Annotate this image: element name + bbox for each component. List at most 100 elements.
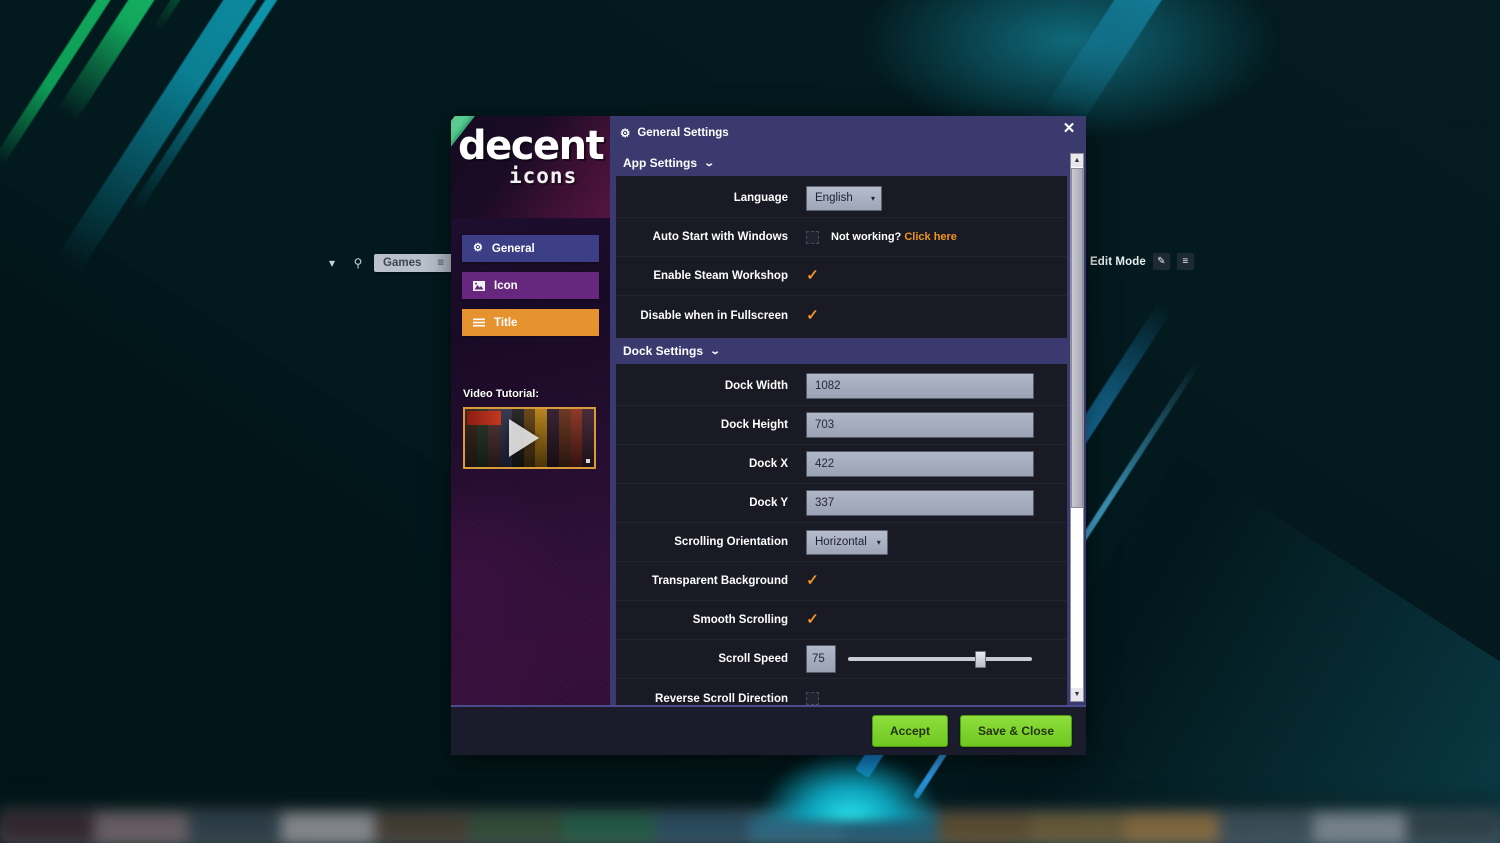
- setting-label: Scroll Speed: [622, 653, 806, 665]
- group-header-dock-settings[interactable]: Dock Settings ⌄: [610, 338, 1070, 364]
- dock-y-input[interactable]: 337: [806, 490, 1034, 516]
- language-select-value: English: [815, 192, 853, 204]
- edit-icon[interactable]: ✎: [1153, 253, 1170, 270]
- sidebar-item-label: Title: [494, 317, 517, 329]
- transparent-background-checkbox[interactable]: ✓: [806, 575, 819, 588]
- sidebar-item-label: Icon: [494, 280, 518, 292]
- setting-label: Scrolling Orientation: [622, 536, 806, 548]
- group-header-app-settings[interactable]: App Settings ⌄: [610, 150, 1070, 176]
- setting-row-dock-height: Dock Height 703: [616, 406, 1067, 445]
- edit-mode-label: Edit Mode: [1090, 256, 1146, 268]
- smooth-scrolling-checkbox[interactable]: ✓: [806, 614, 819, 627]
- chevron-down-icon: ▾: [877, 538, 881, 547]
- dock-x-input[interactable]: 422: [806, 451, 1034, 477]
- logo-wordmark: decent: [458, 126, 608, 166]
- setting-label: Dock Height: [622, 419, 806, 431]
- scroll-speed-input[interactable]: 75: [806, 645, 836, 673]
- bottom-dock-icons: [0, 797, 1500, 843]
- setting-row-scrolling-orientation: Scrolling Orientation Horizontal ▾: [616, 523, 1067, 562]
- chevron-down-icon: ⌄: [710, 346, 721, 357]
- dialog-body: decent icons ⚙ General Icon: [451, 116, 1086, 705]
- auto-start-checkbox[interactable]: [806, 231, 819, 244]
- sidebar-item-label: General: [492, 243, 535, 255]
- setting-row-transparent-background: Transparent Background ✓: [616, 562, 1067, 601]
- general-settings-dialog: decent icons ⚙ General Icon: [451, 116, 1086, 755]
- dialog-header: ⚙ General Settings: [610, 116, 1086, 150]
- dialog-sidebar: decent icons ⚙ General Icon: [451, 116, 610, 705]
- setting-row-steam-workshop: Enable Steam Workshop ✓: [616, 257, 1067, 296]
- sidebar-item-icon[interactable]: Icon: [462, 272, 599, 299]
- setting-label: Smooth Scrolling: [622, 614, 806, 626]
- setting-label: Dock Y: [622, 497, 806, 509]
- gear-icon: ⚙: [473, 243, 483, 254]
- image-icon: [473, 281, 485, 291]
- setting-label: Disable when in Fullscreen: [622, 310, 806, 322]
- games-filter-pill[interactable]: Games ≡: [374, 254, 453, 272]
- language-select[interactable]: English ▾: [806, 186, 882, 211]
- setting-label: Auto Start with Windows: [622, 231, 806, 243]
- list-icon: [473, 318, 485, 327]
- setting-row-smooth-scrolling: Smooth Scrolling ✓: [616, 601, 1067, 640]
- filter-icon[interactable]: ≡: [1177, 253, 1194, 270]
- setting-label: Enable Steam Workshop: [622, 270, 806, 282]
- setting-label: Dock Width: [622, 380, 806, 392]
- dock-beam: [760, 751, 940, 821]
- scroll-speed-slider[interactable]: [848, 650, 1032, 668]
- setting-label: Reverse Scroll Direction: [622, 693, 806, 705]
- group-body-app-settings: Language English ▾ Auto Start with Windo…: [616, 176, 1067, 338]
- vertical-scrollbar[interactable]: ▲ ▼: [1070, 153, 1084, 702]
- slider-track: [848, 657, 1032, 661]
- save-close-button[interactable]: Save & Close: [960, 715, 1072, 747]
- settings-scroll-area: App Settings ⌄ Language English ▾: [610, 150, 1086, 705]
- accept-button[interactable]: Accept: [872, 715, 948, 747]
- chevron-down-icon[interactable]: ▾: [322, 252, 342, 274]
- setting-row-dock-width: Dock Width 1082: [616, 367, 1067, 406]
- sidebar-item-title[interactable]: Title: [462, 309, 599, 336]
- setting-row-disable-fullscreen: Disable when in Fullscreen ✓: [616, 296, 1067, 335]
- scroll-up-icon[interactable]: ▲: [1071, 154, 1083, 167]
- steam-workshop-checkbox[interactable]: ✓: [806, 270, 819, 283]
- close-icon[interactable]: ✕: [1061, 122, 1077, 138]
- setting-label: Transparent Background: [622, 575, 806, 587]
- logo-subtext: icons: [509, 164, 577, 188]
- video-tutorial-thumbnail[interactable]: [463, 407, 596, 469]
- app-toolbar-right: Edit Mode ✎ ≡: [1090, 253, 1194, 270]
- hamburger-icon: ≡: [437, 257, 444, 269]
- setting-label: Language: [622, 192, 806, 204]
- dialog-footer: Accept Save & Close: [451, 705, 1086, 755]
- setting-row-language: Language English ▾: [616, 179, 1067, 218]
- games-filter-label: Games: [383, 257, 421, 269]
- search-icon[interactable]: ⚲: [348, 252, 368, 274]
- scrolling-orientation-value: Horizontal: [815, 536, 867, 548]
- setting-row-scroll-speed: Scroll Speed 75: [616, 640, 1067, 679]
- chevron-down-icon: ⌄: [704, 158, 715, 169]
- chevron-down-icon: ▾: [871, 194, 875, 203]
- video-tutorial-label: Video Tutorial:: [463, 388, 598, 400]
- setting-row-dock-x: Dock X 422: [616, 445, 1067, 484]
- sidebar-item-general[interactable]: ⚙ General: [462, 235, 599, 262]
- page-title: General Settings: [637, 127, 728, 139]
- setting-label: Dock X: [622, 458, 806, 470]
- dock-height-input[interactable]: 703: [806, 412, 1034, 438]
- thumbnail-dot: [586, 459, 590, 463]
- setting-row-reverse-scroll-direction: Reverse Scroll Direction: [616, 679, 1067, 705]
- video-tutorial-block: Video Tutorial:: [463, 388, 598, 469]
- scrollbar-thumb[interactable]: [1071, 168, 1083, 508]
- group-title: App Settings: [623, 156, 697, 170]
- disable-fullscreen-checkbox[interactable]: ✓: [806, 309, 819, 322]
- gear-icon: ⚙: [620, 126, 630, 140]
- dialog-content: ⚙ General Settings ✕ App Settings ⌄ Lang…: [610, 116, 1086, 705]
- scroll-down-icon[interactable]: ▼: [1071, 688, 1083, 701]
- setting-row-auto-start: Auto Start with Windows Not working? Cli…: [616, 218, 1067, 257]
- sidebar-nav: ⚙ General Icon Title: [462, 235, 599, 346]
- reverse-scroll-direction-checkbox[interactable]: [806, 692, 819, 705]
- group-title: Dock Settings: [623, 344, 703, 358]
- thumbnail-badge: [467, 411, 501, 425]
- slider-thumb[interactable]: [975, 651, 986, 668]
- play-icon: [509, 419, 539, 457]
- auto-start-hint: Not working? Click here: [831, 231, 957, 243]
- hint-text: Not working?: [831, 231, 901, 243]
- dock-width-input[interactable]: 1082: [806, 373, 1034, 399]
- scrolling-orientation-select[interactable]: Horizontal ▾: [806, 530, 888, 555]
- hint-link[interactable]: Click here: [904, 231, 957, 243]
